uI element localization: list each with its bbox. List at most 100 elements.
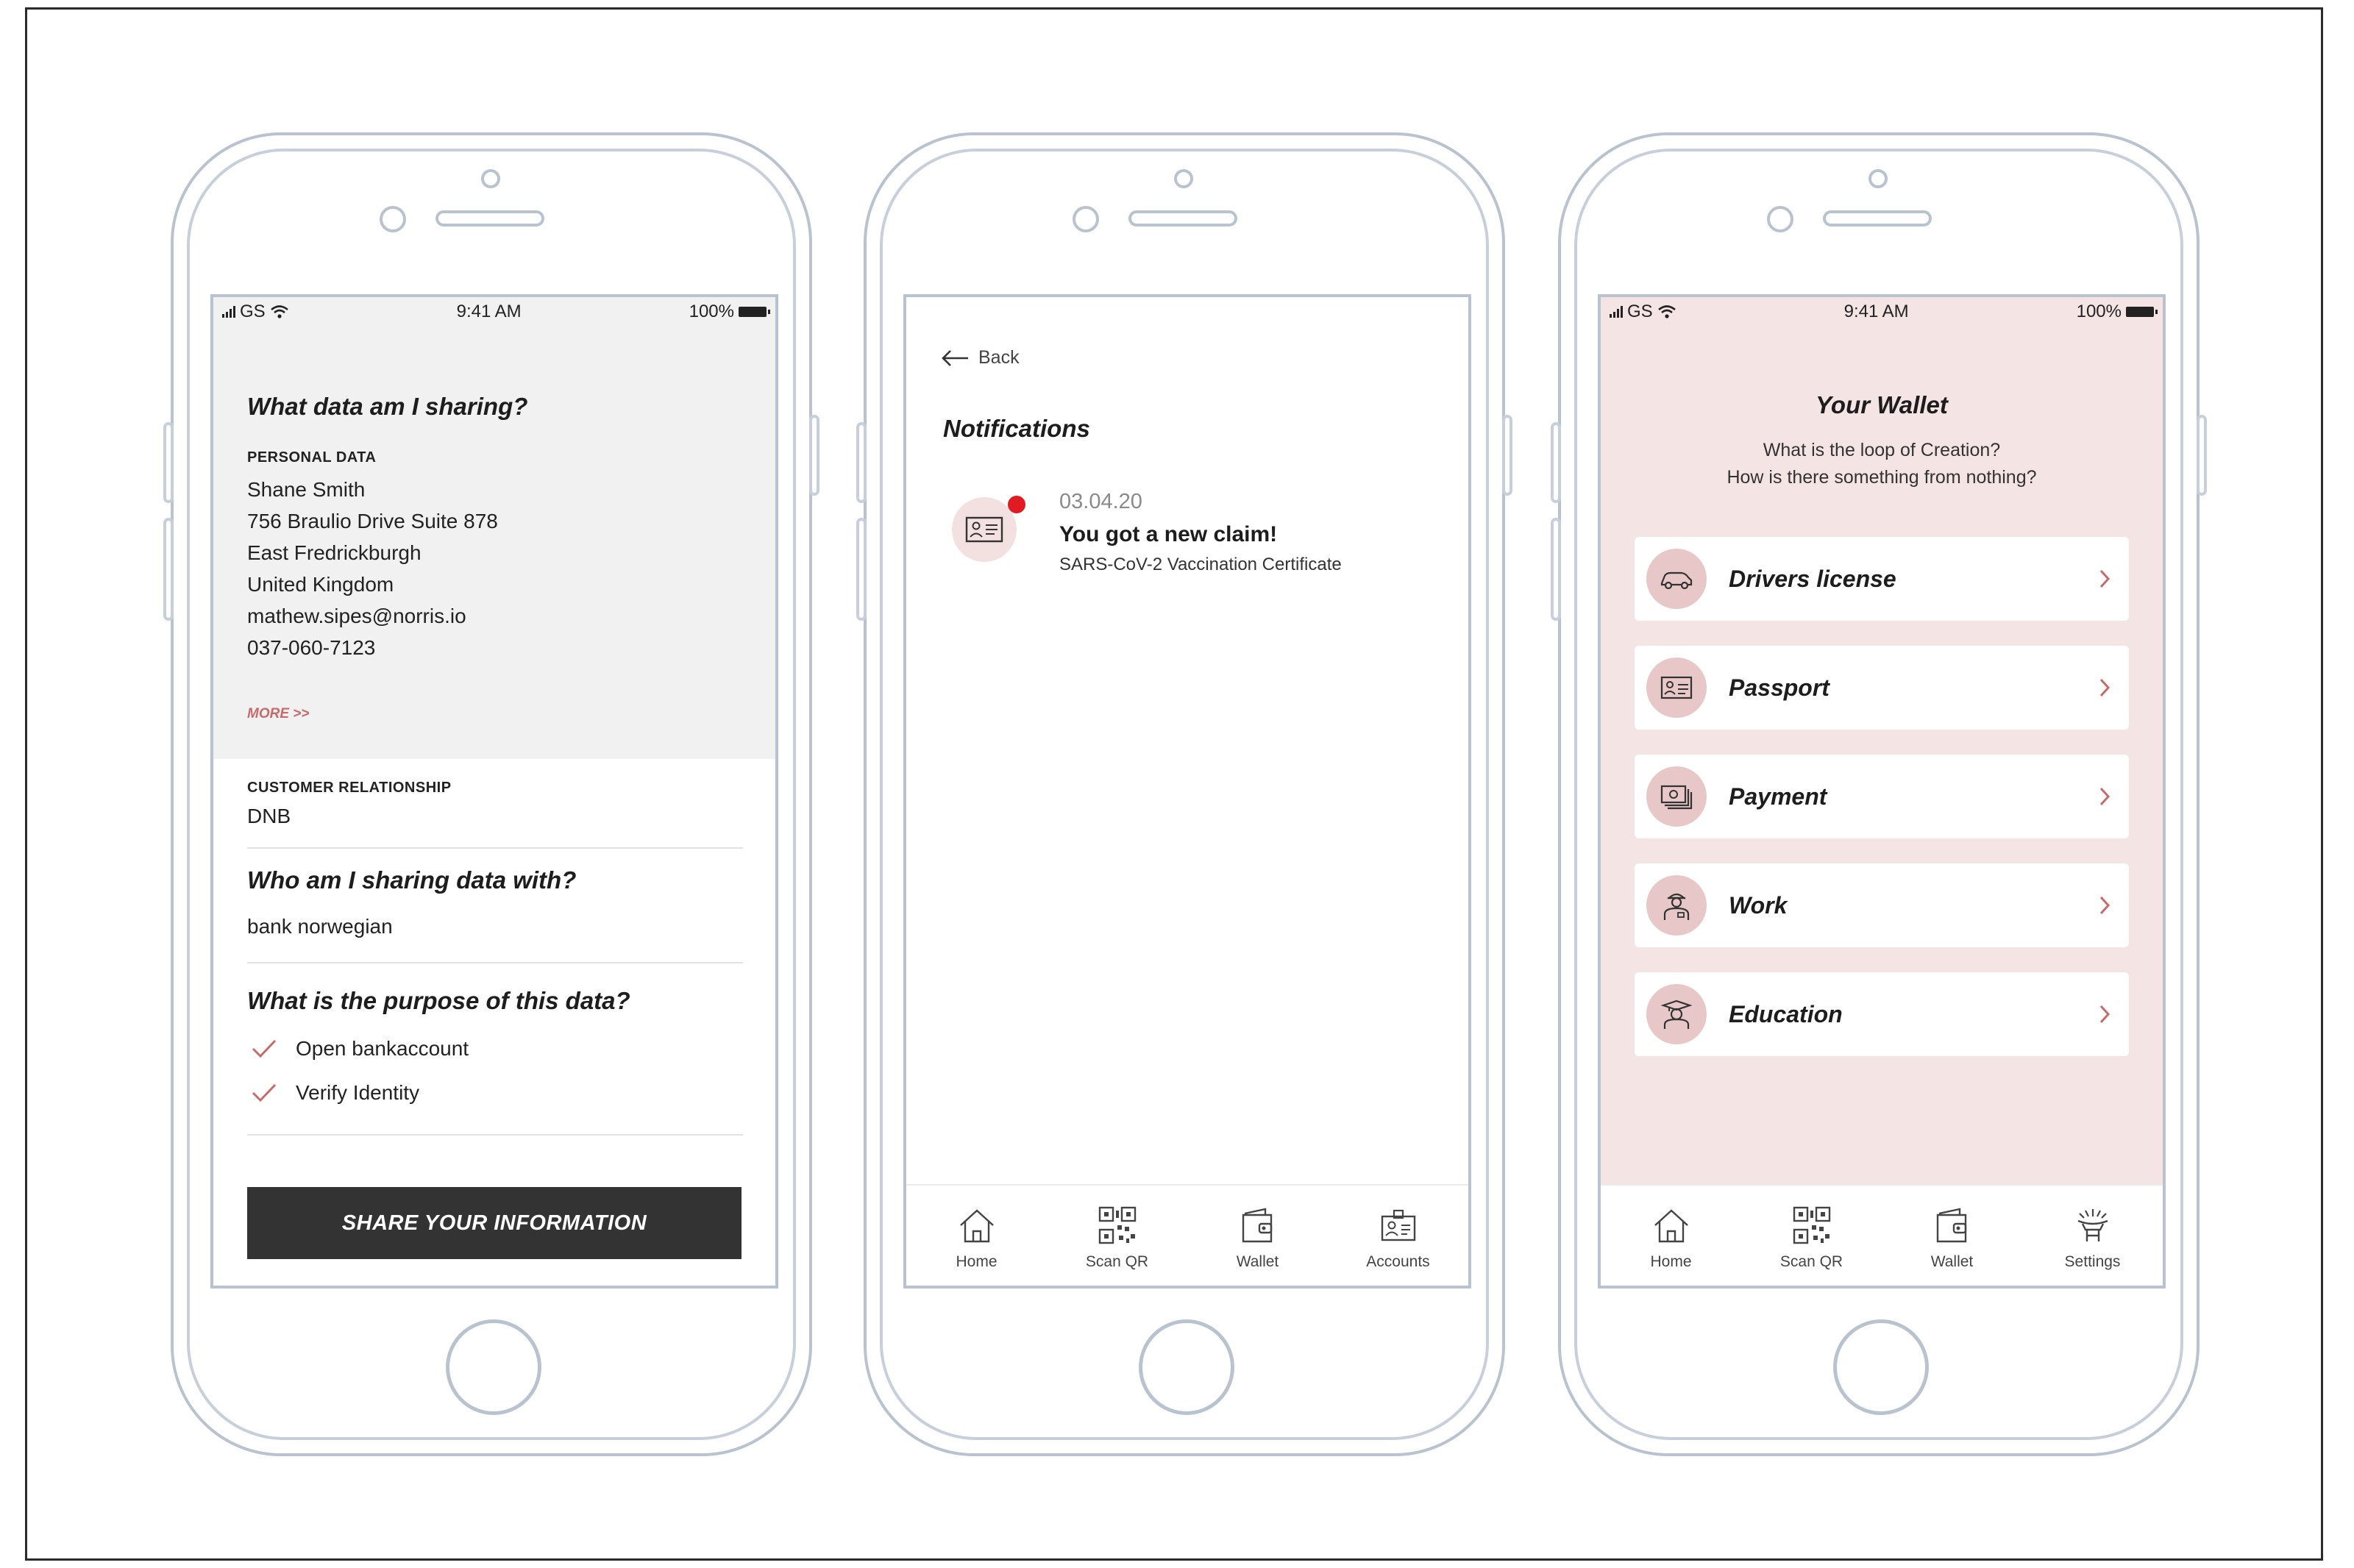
tab-home[interactable]: Home — [1601, 1186, 1741, 1286]
signal-icon — [1610, 306, 1623, 318]
speaker — [1823, 210, 1932, 227]
phone-sharing: GS 9:41 AM 100% What data am I sharing? … — [163, 132, 819, 1456]
tab-scan-qr[interactable]: Scan QR — [1741, 1186, 1882, 1286]
notification-headline: You got a new claim! — [1059, 522, 1278, 546]
tab-wallet[interactable]: Wallet — [1882, 1186, 2022, 1286]
tab-label: Wallet — [1930, 1253, 1974, 1270]
home-icon — [959, 1209, 994, 1243]
wallet-subtitle-line: How is there something from nothing? — [1727, 467, 2037, 488]
chevron-right-icon — [2099, 787, 2111, 806]
status-bar: GS 9:41 AM 100% — [213, 297, 775, 327]
card-passport[interactable]: Passport — [1635, 646, 2129, 730]
home-button[interactable] — [1833, 1319, 1929, 1415]
battery-percent: 100% — [689, 302, 734, 321]
notifications-title: Notifications — [943, 415, 1090, 442]
customer-relationship-value: DNB — [247, 805, 291, 827]
tab-label: Home — [956, 1253, 998, 1270]
camera — [1767, 206, 1793, 232]
status-time: 9:41 AM — [456, 302, 522, 321]
home-button[interactable] — [1139, 1319, 1234, 1415]
chevron-right-icon — [2099, 678, 2111, 697]
carrier: GS — [1627, 302, 1653, 321]
card-label: Passport — [1729, 674, 1829, 701]
divider — [247, 1134, 743, 1136]
tab-label: Settings — [2064, 1253, 2121, 1270]
card-payment[interactable]: Payment — [1635, 755, 2129, 838]
chevron-right-icon — [2099, 896, 2111, 915]
card-icon-wrap — [1646, 766, 1707, 827]
sharing-screen: GS 9:41 AM 100% What data am I sharing? … — [210, 294, 778, 1289]
status-time: 9:41 AM — [1843, 302, 1909, 321]
power-button — [2197, 415, 2207, 496]
sensor — [1174, 169, 1193, 188]
tab-label: Home — [1650, 1253, 1692, 1270]
home-icon — [1654, 1209, 1688, 1243]
volume-button — [856, 422, 867, 503]
home-button[interactable] — [446, 1319, 541, 1415]
battery-icon — [2125, 307, 2158, 317]
card-icon-wrap — [1646, 658, 1707, 718]
personal-email: mathew.sipes@norris.io — [247, 605, 466, 627]
card-icon-wrap — [1646, 875, 1707, 936]
card-icon-wrap — [1646, 984, 1707, 1044]
camera — [380, 206, 406, 232]
speaker — [1128, 210, 1237, 227]
share-information-button[interactable]: SHARE YOUR INFORMATION — [247, 1187, 742, 1259]
chevron-right-icon — [2099, 1005, 2111, 1024]
tab-label: Wallet — [1236, 1253, 1279, 1270]
power-button — [809, 415, 819, 496]
camera — [1073, 206, 1099, 232]
personal-name: Shane Smith — [247, 478, 366, 501]
wallet-icon — [1936, 1208, 1966, 1243]
id-card-icon — [1660, 676, 1693, 699]
purpose-title: What is the purpose of this data? — [247, 987, 630, 1014]
more-link[interactable]: MORE >> — [247, 706, 309, 722]
card-label: Work — [1729, 891, 1788, 919]
tab-bar: Home Scan QR Wallet Settings — [1601, 1184, 2163, 1286]
graduate-icon — [1660, 999, 1693, 1029]
card-education[interactable]: Education — [1635, 972, 2129, 1056]
notification-avatar — [952, 497, 1017, 562]
accounts-icon — [1381, 1209, 1415, 1241]
tab-home[interactable]: Home — [906, 1186, 1047, 1286]
chevron-right-icon — [2099, 569, 2111, 588]
personal-data-label: PERSONAL DATA — [247, 449, 377, 466]
money-icon — [1660, 785, 1693, 810]
tab-wallet[interactable]: Wallet — [1187, 1186, 1328, 1286]
status-bar: GS 9:41 AM 100% — [1601, 297, 2163, 327]
check-icon — [252, 1039, 277, 1058]
notifications-screen: Back Notifications 03.04.20 You got a ne… — [903, 294, 1471, 1289]
volume-button — [856, 518, 867, 621]
back-label: Back — [978, 347, 1020, 368]
carrier: GS — [240, 302, 266, 321]
who-value: bank norwegian — [247, 915, 393, 938]
tab-accounts[interactable]: Accounts — [1328, 1186, 1468, 1286]
card-drivers-license[interactable]: Drivers license — [1635, 537, 2129, 621]
wifi-icon — [270, 305, 288, 318]
back-button[interactable]: Back — [940, 347, 1020, 368]
speaker — [435, 210, 544, 227]
tab-scan-qr[interactable]: Scan QR — [1047, 1186, 1187, 1286]
wallet-title: Your Wallet — [1816, 391, 1948, 418]
worker-icon — [1663, 893, 1690, 920]
volume-button — [163, 422, 174, 503]
arrow-left-icon — [942, 349, 968, 366]
sharing-title: What data am I sharing? — [247, 393, 528, 420]
card-label: Payment — [1729, 783, 1827, 810]
personal-country: United Kingdom — [247, 573, 394, 596]
volume-button — [163, 518, 174, 621]
personal-phone: 037-060-7123 — [247, 636, 376, 659]
card-label: Education — [1729, 1000, 1843, 1027]
tab-settings[interactable]: Settings — [2022, 1186, 2163, 1286]
battery-icon — [738, 307, 770, 317]
who-title: Who am I sharing data with? — [247, 866, 577, 894]
sensor — [481, 169, 500, 188]
qr-icon — [1793, 1206, 1830, 1244]
notification-date: 03.04.20 — [1059, 490, 1142, 513]
card-icon-wrap — [1646, 549, 1707, 609]
customer-relationship-label: CUSTOMER RELATIONSHIP — [247, 780, 452, 796]
card-work[interactable]: Work — [1635, 863, 2129, 947]
divider — [247, 847, 743, 849]
tab-label: Accounts — [1366, 1253, 1430, 1270]
personal-data-list: Shane Smith 756 Braulio Drive Suite 878 … — [247, 474, 498, 663]
